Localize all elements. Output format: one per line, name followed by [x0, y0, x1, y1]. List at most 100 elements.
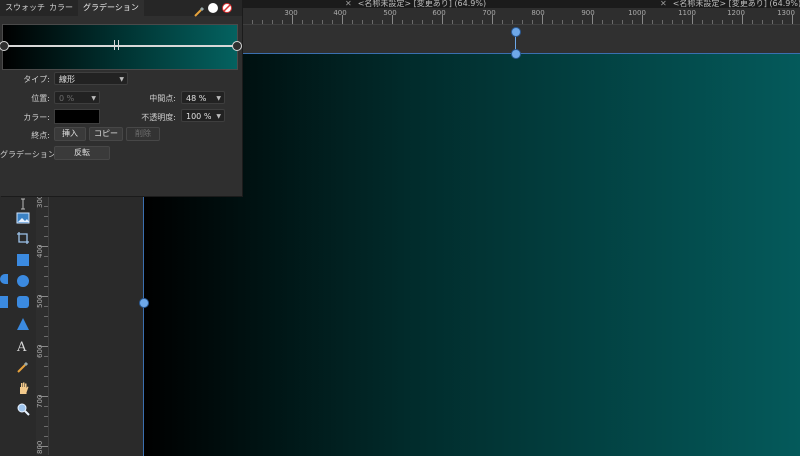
ruler-tick — [252, 20, 253, 24]
ruler-tick — [762, 20, 763, 24]
ruler-tick — [44, 336, 48, 337]
ruler-tick — [672, 20, 673, 24]
gradient-handle-top[interactable] — [511, 27, 521, 37]
ruler-tick — [44, 366, 48, 367]
ruler-tick — [44, 206, 48, 207]
ruler-tick — [39, 346, 48, 347]
position-field[interactable]: 0 % ▼ — [54, 91, 100, 104]
position-label: 位置: — [31, 94, 50, 103]
selection-handle-top[interactable] — [511, 49, 521, 59]
rounded-rectangle-tool-icon[interactable] — [15, 294, 31, 310]
ruler-tick — [44, 416, 48, 417]
ruler-tick — [44, 426, 48, 427]
ruler-tick — [44, 356, 48, 357]
ruler-label: 1100 — [678, 9, 696, 17]
opacity-value: 100 % — [186, 112, 212, 121]
ruler-tick — [292, 15, 293, 24]
ruler-tick — [272, 20, 273, 24]
horizontal-ruler[interactable]: 300 400 500 600 700 800 900 1000 1100 12… — [242, 8, 800, 25]
ruler-label: 500 — [383, 9, 397, 17]
ruler-tick — [44, 226, 48, 227]
gradient-preview[interactable] — [2, 24, 238, 70]
copy-button[interactable]: コピー — [89, 127, 123, 141]
ruler-tick — [782, 20, 783, 24]
gradient-stop-track[interactable] — [4, 45, 236, 47]
document-tab-2[interactable]: ✕ <名称未設定> [変更あり] (64.9%) — [660, 0, 800, 8]
ruler-tick — [44, 316, 48, 317]
ruler-tick — [44, 386, 48, 387]
triangle-tool-icon[interactable] — [15, 316, 31, 332]
tab-color[interactable]: カラー — [44, 0, 78, 16]
hand-tool-icon[interactable] — [15, 380, 31, 396]
chevron-down-icon: ▼ — [91, 95, 96, 102]
ruler-tick — [44, 256, 48, 257]
ruler-tick — [752, 20, 753, 24]
ruler-tick — [44, 306, 48, 307]
color-swatch[interactable] — [54, 109, 100, 124]
reverse-button[interactable]: 反転 — [54, 146, 110, 160]
artistic-text-tool-icon[interactable]: A — [15, 338, 31, 354]
ruler-tick — [662, 20, 663, 24]
ruler-tick — [282, 20, 283, 24]
zoom-tool-icon[interactable] — [15, 401, 31, 417]
selection-handle-left[interactable] — [139, 298, 149, 308]
ruler-tick — [732, 20, 733, 24]
ruler-tick — [242, 15, 243, 24]
document-tab-label: <名称未設定> [変更あり] (64.9%) — [357, 0, 487, 8]
document-tab-1[interactable]: ✕ <名称未設定> [変更あり] (64.9%) — [345, 0, 523, 8]
ruler-tick — [562, 20, 563, 24]
ruler-tick — [44, 326, 48, 327]
ruler-tick — [312, 20, 313, 24]
tab-gradient[interactable]: グラデーション — [78, 0, 144, 16]
insert-button[interactable]: 挿入 — [54, 127, 86, 141]
panel-edge-icon — [0, 296, 8, 308]
place-image-icon[interactable] — [15, 210, 31, 226]
ruler-tick — [692, 15, 693, 24]
ruler-tick — [412, 20, 413, 24]
gradient-stop-end[interactable] — [232, 41, 242, 51]
opacity-label: 不透明度: — [141, 113, 176, 122]
ruler-tick — [44, 436, 48, 437]
ruler-tick — [322, 20, 323, 24]
ruler-tick — [432, 20, 433, 24]
ruler-tick — [44, 376, 48, 377]
gradient-midpoint-marker[interactable] — [114, 40, 120, 50]
pasteboard — [242, 25, 800, 53]
close-icon[interactable]: ✕ — [345, 0, 352, 8]
ruler-tick — [39, 246, 48, 247]
tools-panel: A — [10, 196, 36, 455]
ruler-tick — [522, 20, 523, 24]
ruler-tick — [742, 15, 743, 24]
ruler-tick — [712, 20, 713, 24]
no-fill-icon[interactable] — [222, 3, 232, 13]
ruler-tick — [44, 406, 48, 407]
ruler-tick — [362, 20, 363, 24]
ruler-label: 400 — [333, 9, 347, 17]
crop-icon[interactable] — [15, 230, 31, 246]
close-icon[interactable]: ✕ — [660, 0, 667, 8]
ruler-tick — [39, 396, 48, 397]
ruler-label: 300 — [284, 9, 298, 17]
ruler-tick — [462, 20, 463, 24]
ellipse-tool-icon[interactable] — [15, 273, 31, 289]
ruler-tick — [532, 20, 533, 24]
rectangle-tool-icon[interactable] — [15, 252, 31, 268]
midpoint-field[interactable]: 48 % ▼ — [181, 91, 225, 104]
ruler-tick — [592, 15, 593, 24]
eyedropper-icon[interactable] — [193, 3, 205, 17]
panel-edge-icon — [0, 274, 8, 284]
ruler-label: 1000 — [628, 9, 646, 17]
tab-swatches[interactable]: スウォッチ — [0, 0, 50, 16]
white-fill-icon[interactable] — [208, 3, 218, 13]
opacity-field[interactable]: 100 % ▼ — [181, 109, 225, 122]
ruler-tick — [352, 20, 353, 24]
ruler-tick — [772, 20, 773, 24]
vertical-ruler[interactable]: 300 400 500 600 700 800 — [36, 195, 49, 455]
gradient-label: グラデーション: — [0, 150, 59, 159]
ruler-tick — [39, 296, 48, 297]
ruler-tick — [422, 20, 423, 24]
color-picker-tool-icon[interactable] — [15, 359, 31, 375]
type-select[interactable]: 線形 ▼ — [54, 72, 128, 85]
ruler-tick — [652, 20, 653, 24]
delete-button[interactable]: 削除 — [126, 127, 160, 141]
